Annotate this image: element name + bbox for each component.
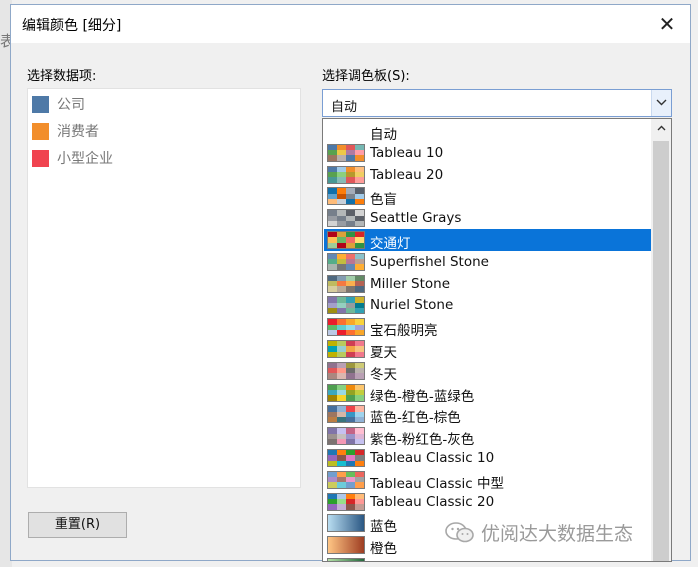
palette-option[interactable]: Tableau Classic 10	[324, 447, 651, 469]
palette-swatch	[327, 231, 365, 249]
palette-swatch	[327, 296, 365, 315]
palette-swatch	[327, 405, 365, 424]
palette-option-label: 交通灯	[370, 236, 411, 252]
palette-swatch	[327, 165, 365, 184]
palette-option-label: 绿色-橙色-蓝绿色	[370, 388, 475, 405]
palette-option-label: Tableau Classic 10	[370, 450, 495, 466]
palette-swatch	[327, 536, 365, 555]
palette-swatch	[327, 143, 365, 162]
palette-option-label: 橙色	[370, 541, 397, 558]
palette-option[interactable]: 宝石般明亮	[324, 316, 651, 340]
palette-swatch	[327, 187, 365, 206]
palette-option[interactable]: 色盲	[324, 185, 651, 209]
palette-option[interactable]: 冬天	[324, 360, 651, 383]
palette-option[interactable]: Nuriel Stone	[324, 294, 651, 316]
palette-option-label: 自动	[370, 127, 397, 143]
palette-option[interactable]: Tableau 20	[324, 164, 651, 186]
scrollbar[interactable]	[651, 119, 671, 561]
palette-option-label: 夏天	[370, 345, 397, 361]
data-items-list: 公司 消费者 小型企业	[27, 88, 301, 488]
palette-option-label: 蓝色	[370, 519, 397, 536]
reset-button[interactable]: 重置(R)	[28, 512, 127, 538]
wechat-icon	[445, 521, 474, 542]
palette-option-label: Seattle Grays	[370, 210, 462, 227]
palette-option[interactable]: Seattle Grays	[324, 207, 651, 229]
data-item-small-business[interactable]: 小型企业	[32, 148, 113, 168]
chevron-down-icon[interactable]	[651, 90, 671, 116]
palette-option[interactable]: Miller Stone	[324, 273, 651, 295]
palette-option[interactable]: 蓝色-红色-棕色	[324, 403, 651, 427]
palette-option-label: 色盲	[370, 192, 397, 209]
palette-swatch	[327, 558, 365, 561]
dialog-title: 编辑颜色 [细分]	[22, 18, 122, 34]
close-button[interactable]: ✕	[652, 9, 682, 39]
palette-option[interactable]: 绿色-橙色-蓝绿色	[324, 382, 651, 405]
palette-option[interactable]: 交通灯	[324, 229, 651, 252]
palette-option-label: Tableau Classic 20	[370, 493, 495, 510]
palette-option-label: Superfishel Stone	[370, 253, 489, 270]
palette-option-label: 冬天	[370, 366, 397, 383]
palette-option-label: Tableau 10	[370, 144, 444, 161]
data-items-label: 选择数据项:	[27, 69, 97, 84]
color-swatch	[32, 122, 49, 140]
palette-swatch	[327, 318, 365, 337]
scroll-up-arrow-icon[interactable]	[651, 119, 671, 139]
palette-swatch	[327, 383, 365, 402]
palette-option[interactable]: 绿色	[324, 556, 651, 561]
palette-option[interactable]: Tableau Classic 中型	[324, 469, 651, 492]
palette-swatch	[327, 470, 365, 489]
palette-option-label: Nuriel Stone	[370, 297, 454, 314]
data-item-consumer[interactable]: 消费者	[32, 121, 99, 141]
palette-select-value: 自动	[331, 100, 358, 115]
palette-option[interactable]: 夏天	[324, 338, 651, 361]
palette-option-label: Tableau Classic 中型	[370, 475, 505, 492]
palette-option-label: 宝石般明亮	[370, 323, 438, 340]
data-item-label: 消费者	[57, 124, 99, 140]
palette-option[interactable]: 紫色-粉红色-灰色	[324, 425, 651, 449]
palette-swatch	[327, 361, 365, 380]
data-item-label: 公司	[57, 97, 85, 113]
palette-option[interactable]: Tableau Classic 20	[324, 491, 651, 513]
scrollbar-thumb[interactable]	[653, 141, 669, 561]
color-swatch	[32, 149, 49, 167]
edit-colors-dialog: 编辑颜色 [细分] ✕ 选择数据项: 选择调色板(S): 公司 消费者 小型企业…	[10, 4, 691, 562]
palette-option-label: Miller Stone	[370, 275, 451, 292]
palette-option-label: Tableau 20	[370, 166, 444, 183]
data-item-company[interactable]: 公司	[32, 94, 85, 114]
palette-option[interactable]: Tableau 10	[324, 142, 651, 164]
palette-swatch	[327, 252, 365, 271]
palette-swatch	[327, 209, 365, 228]
palette-swatch	[327, 449, 365, 467]
palette-option-label: 紫色-粉红色-灰色	[370, 432, 475, 449]
watermark: 优阅达大数据生态	[445, 519, 633, 546]
palette-swatch	[327, 340, 365, 358]
palette-select[interactable]: 自动	[322, 89, 672, 117]
palette-dropdown-list[interactable]: 自动 Tableau 10 Tableau 20 色盲 Seattle Grays 交通灯…	[322, 118, 672, 562]
palette-swatch	[327, 427, 365, 446]
palette-option-label: 蓝色-红色-棕色	[370, 410, 461, 427]
palette-swatch	[327, 274, 365, 293]
palette-swatch	[327, 492, 365, 511]
title-bar: 编辑颜色 [细分] ✕	[11, 5, 690, 43]
palette-option-label: 绿色	[370, 559, 397, 561]
data-item-label: 小型企业	[57, 151, 113, 167]
palette-label: 选择调色板(S):	[322, 69, 410, 84]
color-swatch	[32, 95, 49, 113]
watermark-text: 优阅达大数据生态	[481, 523, 634, 545]
palette-option[interactable]: 自动	[324, 120, 651, 143]
palette-option[interactable]: Superfishel Stone	[324, 251, 651, 273]
palette-swatch	[327, 514, 365, 533]
